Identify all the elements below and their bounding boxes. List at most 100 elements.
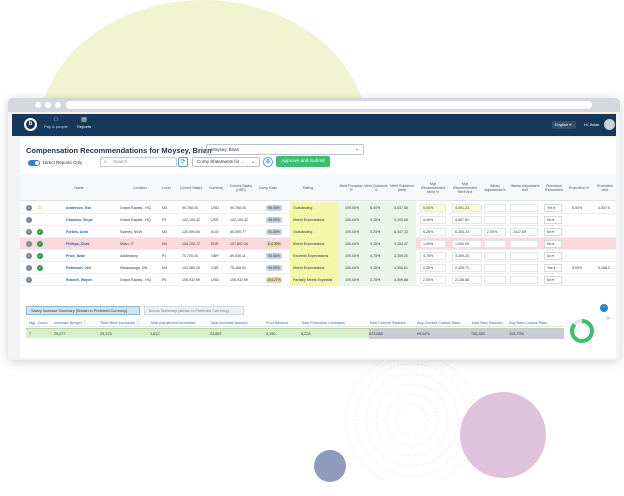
column-header[interactable]: Rating — [282, 174, 334, 201]
rating-cell[interactable]: Partially Meets Expectati — [290, 274, 338, 286]
info-icon[interactable]: i — [26, 229, 32, 235]
table-row[interactable]: i ✓ Phillips, Chas Milan, IT M4 100,102.72 EUR… — [20, 238, 616, 250]
table-row[interactable]: i ⚠ Anderson, Gia Grand Rapids - HQ M3 90,750… — [20, 202, 616, 214]
table-row[interactable]: i ✓ Forbes, Aron Sydney, NSW M3 120,099.60 AUD… — [20, 226, 616, 238]
info-icon[interactable]: i — [26, 241, 32, 247]
salary-adjustment-input[interactable] — [484, 240, 506, 248]
column-header[interactable]: Salary Adjustment % — [484, 174, 506, 201]
column-header[interactable]: Market Adjustment Amt — [510, 174, 540, 201]
employee-name-link[interactable]: Phillips, Chas — [66, 238, 90, 250]
employee-name-link[interactable]: Anderson, Gia — [66, 202, 91, 214]
salary-adjustment-input[interactable] — [484, 264, 506, 272]
column-header[interactable]: Mgr Recommended Merit Amt — [450, 174, 480, 201]
mgr-merit-pct-input[interactable]: 5.00% — [420, 204, 446, 212]
info-icon[interactable]: i — [26, 253, 32, 259]
column-header[interactable]: Merit Guidance % — [364, 174, 388, 201]
rating-cell[interactable]: Outstanding — [290, 202, 338, 214]
mgr-merit-pct-input[interactable]: 4.00% — [420, 216, 446, 224]
market-adjustment-input[interactable] — [510, 240, 538, 248]
collapse-summary-button[interactable]: ⌃ — [600, 304, 608, 312]
salary-adjustment-input[interactable] — [484, 216, 506, 224]
salary-adjustment-input[interactable] — [484, 204, 506, 212]
search-input[interactable]: ⌕ Search — [100, 157, 177, 167]
column-header[interactable]: Mgr Recommended Merit % — [418, 174, 448, 201]
mgr-merit-pct-input[interactable]: 2.25% — [420, 264, 446, 272]
column-header[interactable]: Current Salary (USD) — [226, 174, 256, 201]
column-header[interactable]: Promotion Amt — [594, 174, 616, 201]
promotion-select[interactable]: Yes ▾ — [544, 204, 562, 212]
column-header[interactable]: Location — [120, 174, 160, 201]
column-header[interactable]: Comp Ratio — [258, 174, 278, 201]
employee-name-link[interactable]: Forbes, Aron — [66, 226, 88, 238]
column-header[interactable]: Merit Proration % — [338, 174, 364, 201]
promotion-select[interactable]: No ▾ — [544, 240, 562, 248]
mgr-merit-amt-input[interactable]: 2,325.71 — [452, 264, 482, 272]
mgr-merit-pct-input[interactable]: 1.00% — [420, 240, 446, 248]
promotion-select[interactable]: Yes ▾ — [544, 264, 562, 272]
employee-select[interactable]: Moysey, Brian ⌄ — [206, 144, 364, 155]
rating-cell[interactable]: Meets Expectations — [290, 262, 338, 274]
promotion-select[interactable]: No ▾ — [544, 276, 562, 284]
mgr-merit-amt-input[interactable]: 2,138.66 — [452, 276, 482, 284]
rating-cell[interactable]: Meets Expectations — [290, 214, 338, 226]
promotion-select[interactable]: No ▾ — [544, 216, 562, 224]
comp-statements-select[interactable]: Comp Statements for ... ⌄ — [192, 157, 260, 167]
table-row[interactable]: i ✓ Price, Sean Addlesbury P1 70,720.00 GBP 89,… — [20, 250, 616, 262]
info-icon[interactable]: i — [26, 205, 32, 211]
mgr-merit-pct-input[interactable]: 2.00% — [420, 276, 446, 284]
info-icon[interactable]: i — [26, 217, 32, 223]
market-adjustment-input[interactable]: 2417.69 — [510, 228, 538, 236]
salary-adjustment-input[interactable]: 2.00% — [484, 228, 506, 236]
promotion-select[interactable]: No ▾ — [544, 228, 562, 236]
market-adjustment-input[interactable] — [510, 252, 538, 260]
employee-name-link[interactable]: Price, Sean — [66, 250, 85, 262]
market-adjustment-input[interactable] — [510, 216, 538, 224]
info-icon[interactable]: i — [26, 265, 32, 271]
table-row[interactable]: i Russell, Wayne Grand Rapids - HQ P5 106,93… — [20, 274, 616, 286]
market-adjustment-input[interactable] — [510, 204, 538, 212]
avatar[interactable] — [604, 119, 615, 130]
column-header[interactable]: Currency — [208, 174, 224, 201]
approve-submit-button[interactable]: Approve and Submit — [276, 156, 330, 167]
market-adjustment-input[interactable] — [510, 276, 538, 284]
mgr-merit-pct-input[interactable]: 5.25% — [420, 228, 446, 236]
mgr-merit-amt-input[interactable]: 1,000.00 — [452, 240, 482, 248]
address-bar[interactable] — [66, 101, 592, 109]
close-icon[interactable]: ✕ — [606, 316, 610, 322]
table-row[interactable]: i Chamizo, Xinya Grand Rapids - HQ P3 122,19… — [20, 214, 616, 226]
nav-reports[interactable]: ▤ Reports — [74, 117, 94, 129]
column-header[interactable]: Current Salary — [176, 174, 206, 201]
mgr-merit-amt-input[interactable]: 4,091.23 — [452, 204, 482, 212]
column-header[interactable]: Promotion % — [568, 174, 590, 201]
employee-name-link[interactable]: Chamizo, Xinya — [66, 214, 93, 226]
refresh-button[interactable]: ⟳ — [178, 157, 188, 167]
column-header[interactable]: Level — [160, 174, 173, 201]
rating-cell[interactable]: Outstanding — [290, 226, 338, 238]
app-logo-icon[interactable]: b — [24, 118, 37, 131]
employee-name-link[interactable]: Robinson, Jeri — [66, 262, 91, 274]
mgr-merit-pct-input[interactable]: 4.75% — [420, 252, 446, 260]
mgr-merit-amt-input[interactable]: 4,887.61 — [452, 216, 482, 224]
employee-name-link[interactable]: Russell, Wayne — [66, 274, 92, 286]
rating-cell[interactable]: Exceeds Expectations — [290, 250, 338, 262]
summary-column-header: Mgr. Count — [29, 321, 48, 325]
direct-reports-toggle[interactable] — [28, 160, 40, 166]
globe-button[interactable]: ⊕ — [263, 157, 273, 167]
tab-salary-summary[interactable]: Salary Increase Summary (Shown in Prefer… — [26, 306, 140, 315]
language-select[interactable]: English ▾ — [552, 121, 576, 129]
table-row[interactable]: i ✓ Robinson, Jeri Mississauga, ON M3 103,365… — [20, 262, 616, 274]
promotion-select[interactable]: No ▾ — [544, 252, 562, 260]
market-adjustment-input[interactable] — [510, 264, 538, 272]
mgr-merit-amt-input[interactable]: 6,305.23 — [452, 228, 482, 236]
column-header[interactable]: Merit Guidance (Amt) — [388, 174, 416, 201]
column-header[interactable]: Name — [64, 174, 94, 201]
mgr-merit-amt-input[interactable]: 3,359.20 — [452, 252, 482, 260]
tab-bonus-summary[interactable]: Bonus Summary (shown in Preferred Curren… — [144, 306, 244, 315]
column-header[interactable]: Promotion Recommen — [542, 174, 566, 201]
rating-cell[interactable]: Meets Expectations — [290, 238, 338, 250]
salary-adjustment-input[interactable] — [484, 252, 506, 260]
nav-pay-people[interactable]: ⚇ Pay & people — [42, 117, 70, 129]
info-icon[interactable]: i — [26, 277, 32, 283]
comp-ratio-badge: 98.09% — [266, 217, 282, 223]
salary-adjustment-input[interactable] — [484, 276, 506, 284]
